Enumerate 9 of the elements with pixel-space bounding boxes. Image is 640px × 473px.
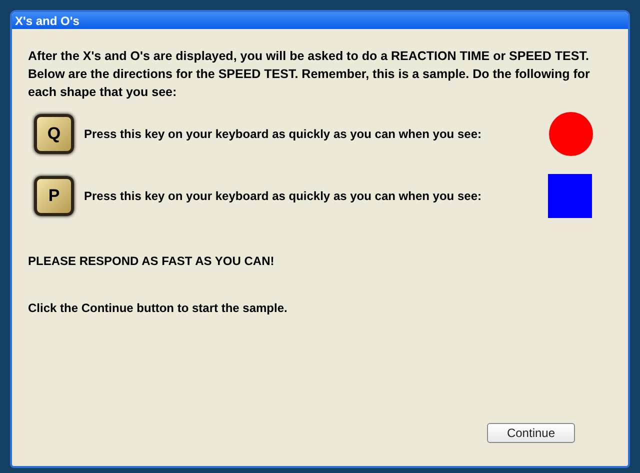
window-title: X's and O's — [15, 14, 80, 26]
rule-text: Press this key on your keyboard as quickly as you can when you see: — [84, 126, 482, 143]
intro-paragraph: After the X's and O's are displayed, you will be asked to do a REACTION TIME or SPEED TEST. Below are the directions for the SPEED TEST. Remember, this is a sample. Do the following for each shape that you see: — [28, 48, 591, 101]
instruction-text: Click the Continue button to start the sample. — [28, 300, 288, 317]
continue-button[interactable]: Continue — [487, 423, 575, 443]
notice-text: PLEASE RESPOND AS FAST AS YOU CAN! — [28, 253, 276, 270]
keyboard-key: Q — [34, 114, 74, 154]
rule-text: Press this key on your keyboard as quickly as you can when you see: — [84, 188, 482, 205]
keyboard-key: P — [34, 176, 74, 216]
